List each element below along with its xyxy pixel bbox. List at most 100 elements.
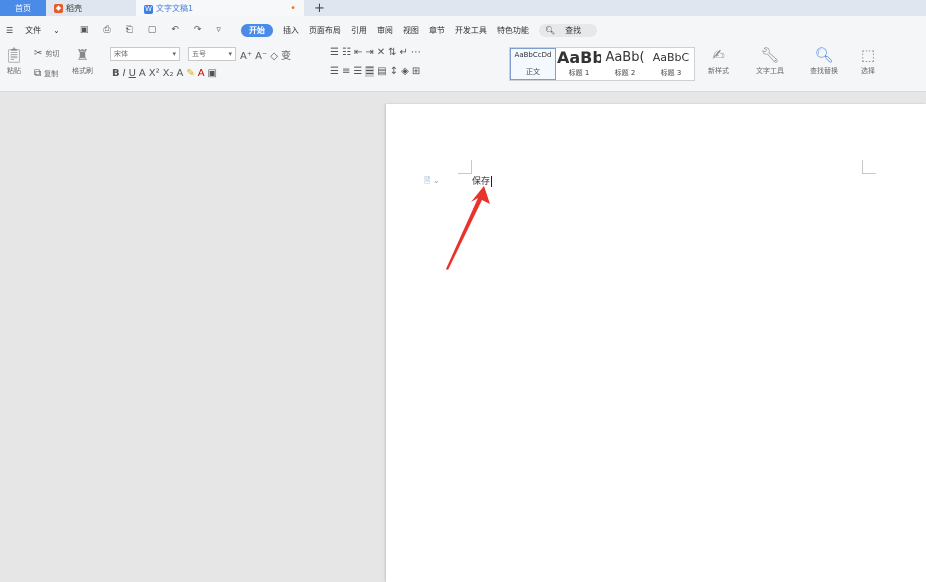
- italic-icon[interactable]: I: [123, 68, 126, 79]
- ribbon: 📋︎ 粘贴 ✂ 剪切 ⧉ 复制 ♜ 格式刷 宋体 ▾ 五号 ▾ A⁺ A⁻ ◇ 变 BIUAX…: [0, 44, 926, 92]
- red-arrow-annotation: [446, 186, 490, 270]
- tab-page-layout[interactable]: 页面布局: [309, 25, 341, 36]
- strikethrough-icon[interactable]: A: [139, 68, 146, 79]
- sort-icon[interactable]: ⇅: [388, 47, 396, 58]
- find-replace-button[interactable]: 🔍︎ 查找替换: [810, 46, 838, 76]
- style-heading-3[interactable]: AaBbC 标题 3: [648, 48, 694, 80]
- text-effect-icon[interactable]: A: [176, 68, 183, 79]
- grow-font-icon[interactable]: A⁺: [240, 51, 252, 62]
- new-tab-button[interactable]: +: [304, 0, 335, 16]
- highlight-icon[interactable]: ✎: [186, 68, 194, 79]
- file-menu[interactable]: ☰ 文件 ⌄: [6, 25, 70, 36]
- shading-icon[interactable]: ◈: [401, 66, 409, 77]
- copy-icon: ⧉: [34, 68, 42, 79]
- format-painter-label: 格式刷: [72, 67, 93, 75]
- search-label: 查找: [565, 25, 582, 35]
- menu-bar: ☰ 文件 ⌄ ▣ ⎙ ⎗ ▢ ↶ ↷ ▿ 开始 插入 页面布局 引用 审阅 视图 章…: [0, 16, 926, 44]
- char-border-icon[interactable]: ▣: [208, 68, 217, 79]
- output-icon[interactable]: ⎙: [103, 25, 110, 35]
- tab-document-label: 文字文稿1: [156, 3, 194, 13]
- undo-icon[interactable]: ↶: [171, 25, 179, 35]
- align-right-icon[interactable]: ☰: [353, 66, 362, 77]
- print-preview-icon[interactable]: ▢: [148, 25, 157, 35]
- tab-start[interactable]: 开始: [240, 23, 273, 37]
- new-style-button[interactable]: ✍ 新样式: [708, 46, 729, 76]
- align-left-icon[interactable]: ☰: [330, 66, 339, 77]
- style-sample: AaBb: [557, 50, 601, 66]
- superscript-icon[interactable]: X²: [149, 68, 160, 79]
- search-icon: 🔍︎: [544, 25, 556, 35]
- style-normal[interactable]: AaBbCcDd 正文: [510, 48, 556, 80]
- save-icon[interactable]: ▣: [80, 25, 89, 35]
- unsaved-dot-icon: •: [290, 2, 296, 14]
- style-sample: AaBbC: [652, 51, 690, 64]
- phonetic-icon[interactable]: 变: [281, 47, 291, 62]
- tab-section[interactable]: 章节: [429, 25, 445, 36]
- text-tools-button[interactable]: 🔧︎ 文字工具: [756, 46, 784, 76]
- quick-access-toolbar: ▣ ⎙ ⎗ ▢ ↶ ↷ ▿: [80, 25, 231, 35]
- font-name-select[interactable]: 宋体 ▾: [110, 47, 180, 61]
- style-name: 标题 1: [568, 69, 590, 77]
- font-color-icon[interactable]: A: [198, 68, 205, 79]
- tab-daoke[interactable]: ◆ 稻壳: [46, 0, 136, 16]
- chinese-layout-icon[interactable]: ✕: [377, 47, 385, 58]
- style-name: 标题 3: [660, 69, 682, 77]
- outdent-icon[interactable]: ⇤: [354, 47, 362, 58]
- print-icon[interactable]: ⎗: [126, 25, 133, 35]
- copy-button[interactable]: ⧉ 复制: [34, 68, 58, 79]
- paste-button[interactable]: 📋︎ 粘贴: [4, 46, 24, 76]
- text-tools-label: 文字工具: [756, 67, 784, 75]
- tab-daoke-label: 稻壳: [66, 3, 82, 13]
- font-size-select[interactable]: 五号 ▾: [188, 47, 236, 61]
- style-sample: AaBbCcDd: [514, 51, 552, 59]
- tab-review[interactable]: 审阅: [377, 25, 393, 36]
- borders-icon[interactable]: ⊞: [412, 66, 420, 77]
- table-grid-icon[interactable]: ⋯: [411, 47, 421, 58]
- show-marks-icon[interactable]: ↵: [400, 47, 408, 58]
- style-name: 标题 2: [614, 69, 636, 77]
- underline-icon[interactable]: U: [129, 68, 136, 79]
- new-style-label: 新样式: [708, 67, 729, 75]
- tab-references[interactable]: 引用: [351, 25, 367, 36]
- line-spacing-icon[interactable]: ↕: [390, 66, 398, 77]
- search-button[interactable]: 🔍︎ 查找: [538, 23, 598, 37]
- tab-special[interactable]: 特色功能: [497, 25, 529, 36]
- tab-insert[interactable]: 插入: [283, 25, 299, 36]
- tab-document[interactable]: W 文字文稿1 •: [136, 0, 304, 16]
- redo-icon[interactable]: ↷: [194, 25, 202, 35]
- style-heading-1[interactable]: AaBb 标题 1: [556, 48, 602, 80]
- tab-view[interactable]: 视图: [403, 25, 419, 36]
- numbering-icon[interactable]: ☷: [342, 47, 351, 58]
- new-style-icon: ✍: [712, 46, 725, 64]
- cut-button[interactable]: ✂ 剪切: [34, 48, 59, 59]
- bold-icon[interactable]: B: [112, 68, 120, 79]
- distribute-icon[interactable]: ▤: [377, 66, 386, 77]
- margin-corner-left: [458, 160, 472, 174]
- subscript-icon[interactable]: X₂: [163, 68, 174, 79]
- paragraph-handle-icon[interactable]: 🗎︎ ⌄: [424, 175, 440, 189]
- shrink-font-icon[interactable]: A⁻: [255, 51, 267, 62]
- bullets-icon[interactable]: ☰: [330, 47, 339, 58]
- select-button[interactable]: ⬚ 选择: [858, 46, 878, 76]
- customize-icon[interactable]: ▿: [216, 25, 221, 35]
- select-label: 选择: [861, 67, 875, 75]
- margin-corner-right: [862, 160, 876, 174]
- tab-bar: 首页 ◆ 稻壳 W 文字文稿1 • +: [0, 0, 926, 16]
- align-center-icon[interactable]: ≡: [342, 66, 350, 77]
- tab-home-label: 首页: [15, 3, 31, 13]
- file-menu-label: 文件: [25, 25, 42, 35]
- indent-icon[interactable]: ⇥: [365, 47, 373, 58]
- font-tools-row2: B I U A X² X₂ A ✎ A ▣: [112, 66, 220, 79]
- justify-icon[interactable]: ☰: [365, 66, 375, 77]
- copy-label: 复制: [44, 70, 59, 78]
- paste-icon: 📋︎: [4, 46, 24, 64]
- tab-developer[interactable]: 开发工具: [455, 25, 487, 36]
- brush-icon: ♜: [75, 46, 90, 64]
- style-gallery: AaBbCcDd 正文 AaBb 标题 1 AaBb(标题 2 AaBbC 标题 3: [509, 47, 695, 81]
- style-heading-2[interactable]: AaBb(标题 2: [602, 48, 648, 80]
- format-painter-button[interactable]: ♜ 格式刷: [72, 46, 93, 76]
- find-replace-label: 查找替换: [810, 67, 838, 75]
- clear-format-icon[interactable]: ◇: [270, 51, 278, 62]
- tab-home[interactable]: 首页: [0, 0, 46, 16]
- document-page[interactable]: [386, 104, 926, 582]
